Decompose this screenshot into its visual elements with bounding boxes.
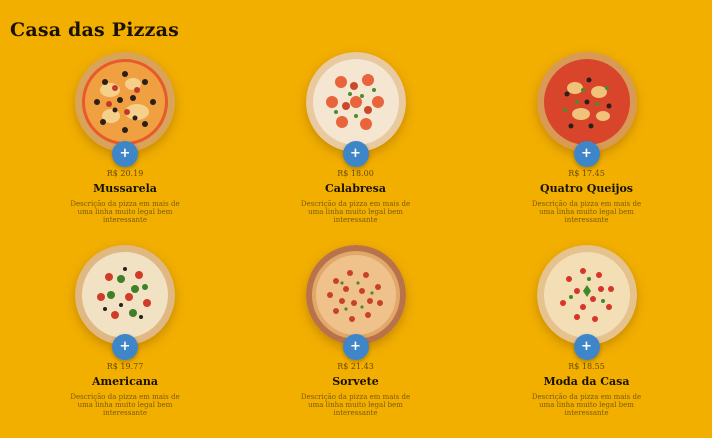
pizza-name: Sorvete: [332, 375, 379, 388]
pizza-icon: [536, 52, 637, 152]
pizza-description: Descrição da pizza em mais de uma linha …: [70, 200, 180, 224]
pizza-description: Descrição da pizza em mais de uma linha …: [531, 393, 642, 417]
pizza-icon: [305, 245, 406, 345]
page-title: Casa das Pizzas: [10, 19, 180, 41]
pizza-price: R$ 19.77: [106, 362, 144, 371]
add-to-cart-button[interactable]: +: [112, 141, 138, 167]
pizza-name: Americana: [91, 375, 159, 388]
pizza-image[interactable]: [536, 245, 637, 345]
pizza-price: R$ 21.43: [337, 362, 374, 371]
pizza-name: Mussarela: [93, 182, 157, 195]
add-to-cart-button[interactable]: +: [573, 141, 600, 167]
pizza-name: Calabresa: [325, 182, 386, 195]
add-to-cart-button[interactable]: +: [112, 334, 138, 360]
pizza-description: Descrição da pizza em mais de uma linha …: [531, 200, 642, 224]
pizza-card: + R$ 18.55 Moda da Casa Descrição da piz…: [471, 245, 702, 438]
pizza-icon: [305, 52, 406, 152]
pizza-price: R$ 18.00: [337, 169, 374, 178]
pizza-card: + R$ 20.19 Mussarela Descrição da pizza …: [10, 52, 240, 245]
pizza-name: Quatro Queijos: [539, 182, 634, 195]
pizza-icon: [75, 52, 175, 152]
pizza-card: + R$ 21.43 Sorvete Descrição da pizza em…: [240, 245, 471, 438]
add-to-cart-button[interactable]: +: [342, 141, 369, 167]
pizza-price: R$ 18.55: [568, 362, 605, 371]
pizza-price: R$ 20.19: [106, 169, 144, 178]
pizza-grid: + R$ 20.19 Mussarela Descrição da pizza …: [10, 52, 702, 438]
pizza-card: + R$ 17.45 Quatro Queijos Descrição da p…: [471, 52, 702, 245]
pizza-description: Descrição da pizza em mais de uma linha …: [300, 393, 411, 417]
pizza-card: + R$ 18.00 Calabresa Descrição da pizza …: [240, 52, 471, 245]
pizza-icon: [75, 245, 175, 345]
pizza-icon: [536, 245, 637, 345]
pizza-image[interactable]: [75, 245, 175, 345]
add-to-cart-button[interactable]: +: [573, 334, 600, 360]
pizza-image[interactable]: [75, 52, 175, 152]
add-to-cart-button[interactable]: +: [342, 334, 369, 360]
pizza-image[interactable]: [305, 52, 406, 152]
pizza-card: + R$ 19.77 Americana Descrição da pizza …: [10, 245, 240, 438]
pizza-image[interactable]: [305, 245, 406, 345]
pizza-price: R$ 17.45: [568, 169, 605, 178]
pizza-description: Descrição da pizza em mais de uma linha …: [70, 393, 180, 417]
pizza-description: Descrição da pizza em mais de uma linha …: [300, 200, 411, 224]
pizza-name: Moda da Casa: [543, 375, 630, 388]
pizza-image[interactable]: [536, 52, 637, 152]
